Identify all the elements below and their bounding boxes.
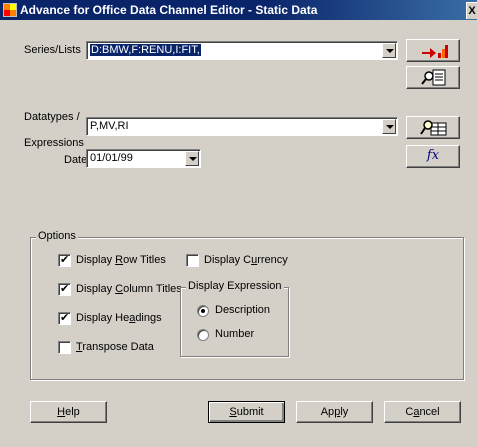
find-datatype-icon [420,120,447,136]
description-radio[interactable] [197,305,209,317]
transpose-data-checkbox[interactable] [58,341,71,354]
datatypes-label: Datatypes / [24,111,80,123]
series-combobox[interactable]: D:BMW,F:RENU,I:FIT, [86,41,398,60]
title-bar[interactable]: Advance for Office Data Channel Editor -… [0,0,477,20]
window-title: Advance for Office Data Channel Editor -… [20,3,318,17]
date-picker[interactable]: 01/01/99 [86,149,201,168]
display-headings-label[interactable]: Display Headings [76,312,162,324]
number-radio[interactable] [197,329,209,341]
display-currency-label[interactable]: Display Currency [204,254,288,266]
series-label: Series/Lists [24,44,81,56]
display-expression-label: Display Expression [186,280,284,292]
datatypes-dropdown-button[interactable] [382,119,396,134]
function-button[interactable]: fx [406,145,460,168]
find-datatype-button[interactable] [406,116,460,139]
transpose-data-label[interactable]: Transpose Data [76,341,154,353]
function-icon: fx [426,148,440,163]
display-headings-checkbox[interactable] [58,311,71,325]
help-button[interactable]: Help [30,401,107,423]
description-radio-label[interactable]: Description [215,304,270,316]
display-row-titles-checkbox[interactable] [58,253,71,267]
display-column-titles-checkbox[interactable] [58,282,71,296]
date-value: 01/01/99 [90,152,133,164]
display-row-titles-label[interactable]: Display Row Titles [76,254,166,266]
expressions-label: Expressions [24,137,84,149]
export-chart-button[interactable] [406,39,460,62]
datatypes-value: P,MV,RI [90,120,129,132]
apply-button[interactable]: Apply [296,401,373,423]
date-label: Date [64,154,88,166]
submit-button[interactable]: Submit [208,401,285,423]
display-currency-checkbox[interactable] [186,254,199,267]
date-dropdown-button[interactable] [185,151,199,166]
datatypes-combobox[interactable]: P,MV,RI [86,117,398,136]
cancel-button[interactable]: Cancel [384,401,461,423]
export-chart-icon [422,45,448,58]
display-expression-group [180,287,289,357]
series-dropdown-button[interactable] [382,43,396,58]
options-group-label: Options [36,230,78,242]
close-button[interactable]: X [466,2,477,19]
display-column-titles-label[interactable]: Display Column Titles [76,283,182,295]
series-value: D:BMW,F:RENU,I:FIT, [90,44,201,56]
search-list-button[interactable] [406,66,460,89]
number-radio-label[interactable]: Number [215,328,254,340]
app-icon [3,3,17,17]
search-list-icon [421,69,446,86]
